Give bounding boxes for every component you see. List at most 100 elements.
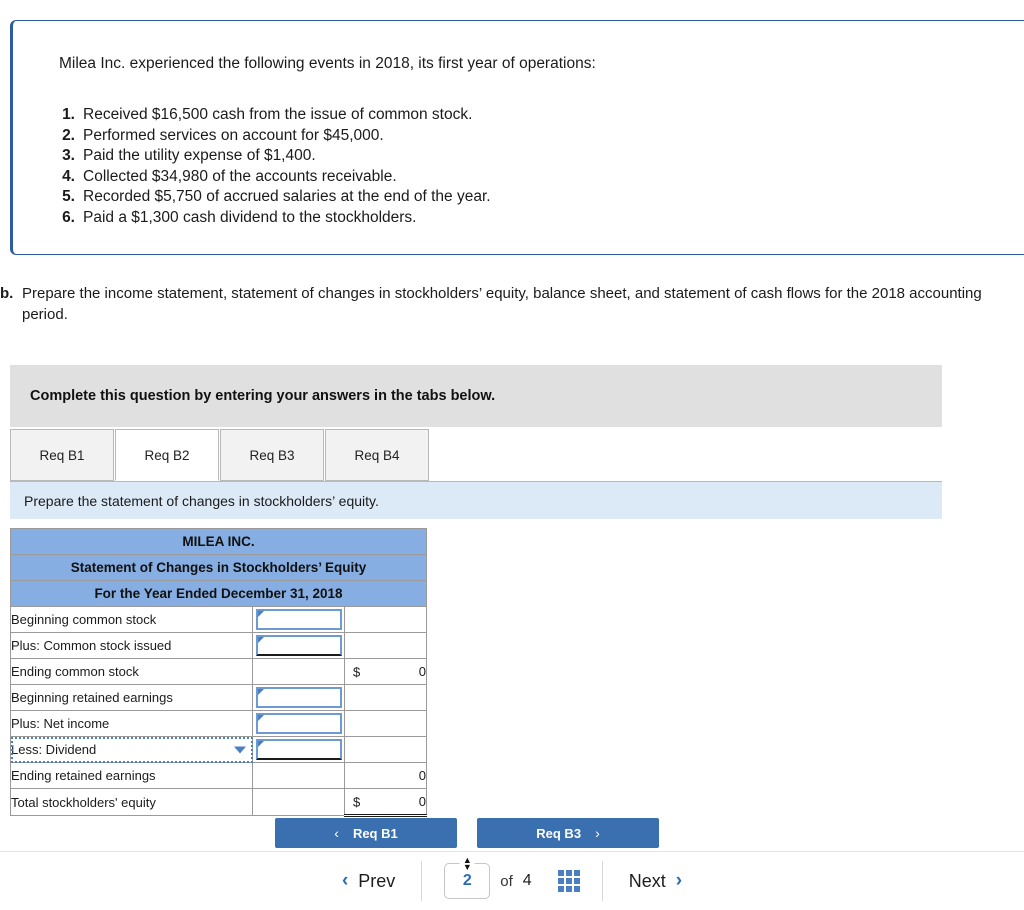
- question-card: Milea Inc. experienced the following eve…: [10, 20, 1024, 255]
- page-number-input[interactable]: ▲ ▼ 2: [444, 855, 491, 899]
- amount-input[interactable]: [255, 713, 342, 734]
- statement-header-row: For the Year Ended December 31, 2018: [10, 580, 427, 607]
- cell-marker-icon: [257, 715, 264, 721]
- event-number: 6.: [62, 208, 75, 226]
- stockholders-equity-statement-table: MILEA INC. Statement of Changes in Stockh…: [10, 528, 427, 817]
- tab-label: Req B3: [249, 447, 295, 463]
- req-b3-next-button[interactable]: Req B3 ›: [477, 818, 659, 848]
- chevron-left-icon: ‹: [341, 870, 349, 891]
- statement-header-row: Statement of Changes in Stockholders’ Eq…: [10, 554, 427, 581]
- row-label: Beginning common stock: [10, 606, 253, 633]
- amount-input-cell[interactable]: [252, 736, 345, 763]
- event-list-item: 6. Paid a $1,300 cash dividend to the sto…: [53, 208, 491, 229]
- event-text: Paid a $1,300 cash dividend to the stock…: [83, 208, 417, 226]
- req-prev-button-label: Req B1: [352, 825, 398, 841]
- tab-req-b1[interactable]: Req B1: [10, 429, 114, 481]
- total-value: 0: [418, 664, 426, 679]
- amount-input[interactable]: [255, 739, 342, 760]
- event-text: Received $16,500 cash from the issue of …: [83, 106, 473, 123]
- grid-view-icon[interactable]: [557, 870, 580, 892]
- tab-label: Req B4: [354, 447, 400, 463]
- row-label: Ending common stock: [10, 658, 253, 685]
- chevron-down-icon[interactable]: [234, 746, 246, 753]
- total-value: 0: [418, 794, 426, 809]
- tab-req-b2[interactable]: Req B2: [115, 429, 219, 481]
- total-value: 0: [418, 768, 426, 783]
- currency-symbol: $: [353, 794, 361, 809]
- amount-input[interactable]: [255, 635, 342, 656]
- row-label: Total stockholders' equity: [10, 788, 253, 816]
- event-text: Paid the utility expense of $1,400.: [83, 147, 316, 164]
- account-select-label: Less: Dividend: [11, 742, 97, 757]
- table-row: Ending common stock $0: [10, 658, 427, 685]
- complete-question-banner-text: Complete this question by entering your …: [30, 388, 496, 404]
- table-row: Total stockholders' equity $0: [10, 788, 427, 817]
- tab-label: Req B1: [39, 447, 85, 463]
- amount-input[interactable]: [255, 687, 342, 708]
- requirement-b-label: b.: [0, 285, 14, 302]
- total-cell: [344, 632, 427, 659]
- events-list: 1. Received $16,500 cash from the issue o…: [53, 105, 491, 228]
- account-select-5[interactable]: Less: Dividend: [10, 736, 253, 763]
- event-number: 2.: [62, 126, 75, 144]
- total-cell: 0: [344, 762, 427, 789]
- tab-req-b4[interactable]: Req B4: [325, 429, 429, 481]
- event-number: 5.: [62, 188, 75, 205]
- currency-symbol: $: [353, 664, 361, 679]
- event-number: 4.: [62, 167, 75, 185]
- complete-question-banner: Complete this question by entering your …: [10, 365, 942, 427]
- prev-page-button[interactable]: ‹ Prev: [316, 858, 421, 904]
- requirement-b-text: Prepare the income statement, statement …: [22, 285, 982, 323]
- table-row: Ending retained earnings 0: [10, 762, 427, 789]
- req-b1-prev-button[interactable]: ‹ Req B1: [275, 818, 457, 848]
- table-row: Beginning common stock: [10, 606, 427, 633]
- sub-instruction-text: Prepare the statement of changes in stoc…: [24, 492, 379, 509]
- chevron-left-icon: ‹: [334, 825, 339, 841]
- table-row: Plus: Net income: [10, 710, 427, 737]
- chevron-right-icon: ›: [595, 825, 600, 841]
- row-label: Plus: Net income: [10, 710, 253, 737]
- tab-req-b3[interactable]: Req B3: [220, 429, 324, 481]
- cell-marker-icon: [257, 689, 264, 695]
- statement-header-cell: MILEA INC.: [10, 528, 427, 555]
- total-cell: $0: [344, 788, 427, 817]
- event-number: 1.: [62, 106, 75, 123]
- sub-instruction-bar: Prepare the statement of changes in stoc…: [10, 482, 942, 519]
- total-cell: [344, 684, 427, 711]
- total-cell: $0: [344, 658, 427, 685]
- event-number: 3.: [62, 147, 75, 164]
- event-list-item: 2. Performed services on account for $45,…: [53, 126, 491, 147]
- cell-marker-icon: [257, 611, 264, 617]
- row-label: Ending retained earnings: [10, 762, 253, 789]
- total-cell: [344, 736, 427, 763]
- empty-cell: [252, 762, 345, 789]
- amount-input-cell[interactable]: [252, 606, 345, 633]
- amount-input[interactable]: [255, 609, 342, 630]
- spinner-down-icon[interactable]: ▼: [463, 862, 472, 871]
- statement-header-cell: For the Year Ended December 31, 2018: [10, 580, 427, 607]
- empty-cell: [252, 788, 345, 816]
- amount-input-cell[interactable]: [252, 632, 345, 659]
- bottom-pager-toolbar: ‹ Prev ▲ ▼ 2 of 4 Next ›: [0, 851, 1024, 910]
- event-list-item: 4. Collected $34,980 of the accounts rece…: [53, 167, 491, 188]
- amount-input-cell[interactable]: [252, 684, 345, 711]
- table-row: Plus: Common stock issued: [10, 632, 427, 659]
- requirement-tabs: Req B1 Req B2 Req B3 Req B4: [10, 429, 942, 482]
- amount-input-cell[interactable]: [252, 710, 345, 737]
- event-list-item: 1. Received $16,500 cash from the issue o…: [53, 105, 491, 126]
- chevron-right-icon: ›: [675, 870, 683, 891]
- event-list-item: 3. Paid the utility expense of $1,400.: [53, 146, 491, 167]
- event-text: Performed services on account for $45,00…: [83, 126, 384, 144]
- table-row: Less: Dividend: [10, 736, 427, 763]
- next-page-button[interactable]: Next ›: [603, 858, 708, 904]
- cell-marker-icon: [257, 741, 264, 747]
- row-label: Plus: Common stock issued: [10, 632, 253, 659]
- page-total-count: 4: [522, 872, 532, 889]
- page-spinner-arrows[interactable]: ▲ ▼: [459, 855, 475, 872]
- row-label: Beginning retained earnings: [10, 684, 253, 711]
- tab-label: Req B2: [144, 447, 190, 463]
- total-cell: [344, 606, 427, 633]
- empty-cell: [252, 658, 345, 685]
- page-number-value: 2: [462, 872, 472, 889]
- event-text: Recorded $5,750 of accrued salaries at t…: [83, 188, 491, 205]
